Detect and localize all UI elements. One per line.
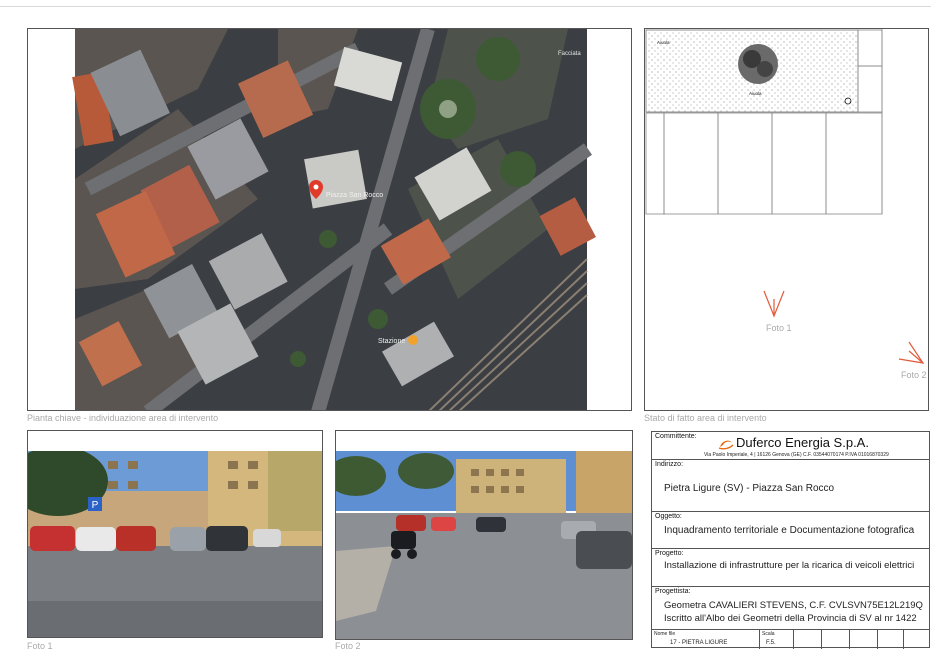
scala-value: F.5.: [766, 640, 776, 646]
key-plan-caption: Pianta chiave - individuazione area di i…: [27, 413, 219, 423]
aerial-map-image: Piazza San Rocco Stazione Facciata: [72, 29, 596, 410]
site-plan-caption: Stato di fatto area di intervento: [644, 413, 767, 423]
empty-cell-2: [822, 630, 850, 649]
top-rule: [0, 6, 931, 7]
nome-file-cell: Nome file 17 - PIETRA LIGURE: [652, 630, 760, 649]
photo-1-image: P: [28, 451, 322, 637]
file-info-row: Nome file 17 - PIETRA LIGURE Scala F.5.: [652, 630, 929, 649]
foto-1-plan-label: Foto 1: [766, 323, 792, 333]
photo-1-caption: Foto 1: [27, 641, 53, 651]
foto-2-plan-label: Foto 2: [901, 370, 927, 380]
oggetto-row: Oggetto: Inquadramento territoriale e Do…: [652, 512, 929, 549]
aiuola-label-1: Aiuola: [657, 40, 670, 45]
progettista-label: Progettista:: [655, 588, 691, 595]
oggetto-label: Oggetto:: [655, 513, 682, 520]
nome-file-label: Nome file: [654, 631, 676, 637]
photo-2-image: [336, 451, 632, 639]
site-plan-frame: Aiuola Aiuola Foto 1 Foto 2: [644, 28, 929, 411]
foto-2-direction-arrow: [898, 341, 925, 364]
progetto-label: Progetto:: [655, 550, 684, 557]
map-poi-label: Facciata: [558, 51, 581, 57]
title-block: Committente: Duferco Energia S.p.A. Via …: [651, 431, 930, 649]
empty-cell-4: [878, 630, 904, 649]
photo-1-frame: P: [27, 430, 323, 638]
empty-cell-3: [850, 630, 878, 649]
company-name: Duferco Energia S.p.A.: [736, 435, 869, 450]
oggetto-value: Inquadramento territoriale e Documentazi…: [664, 525, 915, 536]
progettista-line-1: Geometra CAVALIERI STEVENS, C.F. CVLSVN7…: [664, 600, 923, 611]
map-pin-label: Piazza San Rocco: [326, 192, 383, 199]
photo-2-caption: Foto 2: [335, 641, 361, 651]
empty-cell-1: [794, 630, 822, 649]
svg-text:P: P: [92, 500, 99, 511]
progettista-line-2: Iscritto all'Albo dei Geometri della Pro…: [664, 613, 917, 624]
scala-label: Scala: [762, 631, 775, 637]
scala-cell: Scala F.5.: [760, 630, 794, 649]
committente-row: Committente: Duferco Energia S.p.A. Via …: [652, 432, 929, 460]
indirizzo-label: Indirizzo:: [655, 461, 684, 468]
committente-label: Committente:: [655, 433, 697, 440]
aiuola-label-2: Aiuola: [749, 91, 762, 96]
nome-file-value: 17 - PIETRA LIGURE: [670, 640, 728, 646]
progettista-row: Progettista: Geometra CAVALIERI STEVENS,…: [652, 587, 929, 630]
foto-1-direction-arrow: [763, 290, 785, 318]
key-plan-frame: Piazza San Rocco Stazione Facciata: [27, 28, 632, 411]
progetto-row: Progetto: Installazione di infrastruttur…: [652, 549, 929, 587]
site-plan-drawing: Aiuola Aiuola Foto 1 Foto 2: [645, 29, 927, 380]
map-station-label: Stazione: [378, 338, 405, 345]
duferco-logo-icon: [718, 440, 734, 450]
indirizzo-value: Pietra Ligure (SV) - Piazza San Rocco: [664, 483, 835, 494]
company-address: Via Paolo Imperiale, 4 | 16126 Genova (G…: [704, 452, 889, 458]
tree-symbol-icon: [738, 44, 778, 84]
station-marker-icon: [408, 335, 418, 345]
indirizzo-row: Indirizzo: Pietra Ligure (SV) - Piazza S…: [652, 460, 929, 512]
progetto-value: Installazione di infrastrutture per la r…: [664, 560, 915, 571]
photo-2-frame: [335, 430, 633, 640]
